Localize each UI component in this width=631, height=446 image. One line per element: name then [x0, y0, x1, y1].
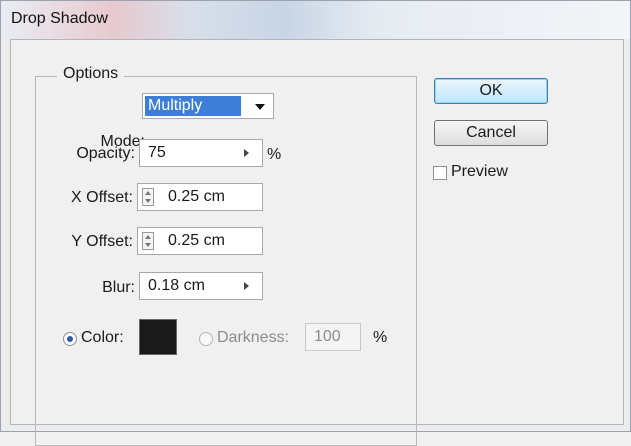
- title-bar[interactable]: Drop Shadow: [1, 1, 630, 39]
- dialog-body: Options Mode: Multiply Opacity: 75 % X O…: [10, 39, 624, 446]
- options-group: [35, 76, 417, 446]
- chevron-down-icon: [255, 104, 265, 110]
- preview-label: Preview: [451, 163, 508, 180]
- cancel-button[interactable]: Cancel: [434, 120, 548, 146]
- blur-popup-arrow-icon[interactable]: [244, 282, 249, 290]
- y-offset-spinner-icon[interactable]: [142, 232, 154, 250]
- ok-button[interactable]: OK: [434, 78, 548, 104]
- color-label: Color:: [81, 329, 124, 346]
- opacity-field[interactable]: 75: [139, 139, 263, 167]
- window-title: Drop Shadow: [11, 10, 108, 27]
- x-offset-label: X Offset:: [71, 189, 133, 206]
- options-legend: Options: [57, 65, 125, 83]
- x-offset-value: 0.25 cm: [168, 188, 225, 205]
- darkness-radio[interactable]: [199, 332, 213, 346]
- y-offset-field[interactable]: 0.25 cm: [137, 227, 263, 255]
- y-offset-value: 0.25 cm: [168, 232, 225, 249]
- darkness-value: 100: [314, 328, 341, 345]
- y-offset-label: Y Offset:: [71, 233, 133, 250]
- color-radio[interactable]: [63, 332, 77, 346]
- opacity-label: Opacity:: [76, 145, 135, 162]
- blur-value: 0.18 cm: [148, 277, 205, 294]
- shadow-color-swatch[interactable]: [139, 319, 177, 355]
- opacity-value: 75: [148, 144, 166, 161]
- darkness-field[interactable]: 100: [305, 323, 361, 351]
- opacity-unit: %: [267, 146, 282, 163]
- preview-checkbox[interactable]: [433, 166, 447, 180]
- blur-label: Blur:: [102, 279, 135, 296]
- x-offset-spinner-icon[interactable]: [142, 188, 154, 206]
- mode-select[interactable]: Multiply: [142, 93, 274, 119]
- darkness-unit: %: [373, 329, 388, 346]
- blur-field[interactable]: 0.18 cm: [139, 272, 263, 300]
- x-offset-field[interactable]: 0.25 cm: [137, 183, 263, 211]
- opacity-popup-arrow-icon[interactable]: [244, 149, 249, 157]
- mode-selected-value: Multiply: [145, 96, 241, 116]
- drop-shadow-dialog: Drop Shadow Options Mode: Multiply Opaci…: [0, 0, 631, 446]
- darkness-label: Darkness:: [217, 329, 290, 346]
